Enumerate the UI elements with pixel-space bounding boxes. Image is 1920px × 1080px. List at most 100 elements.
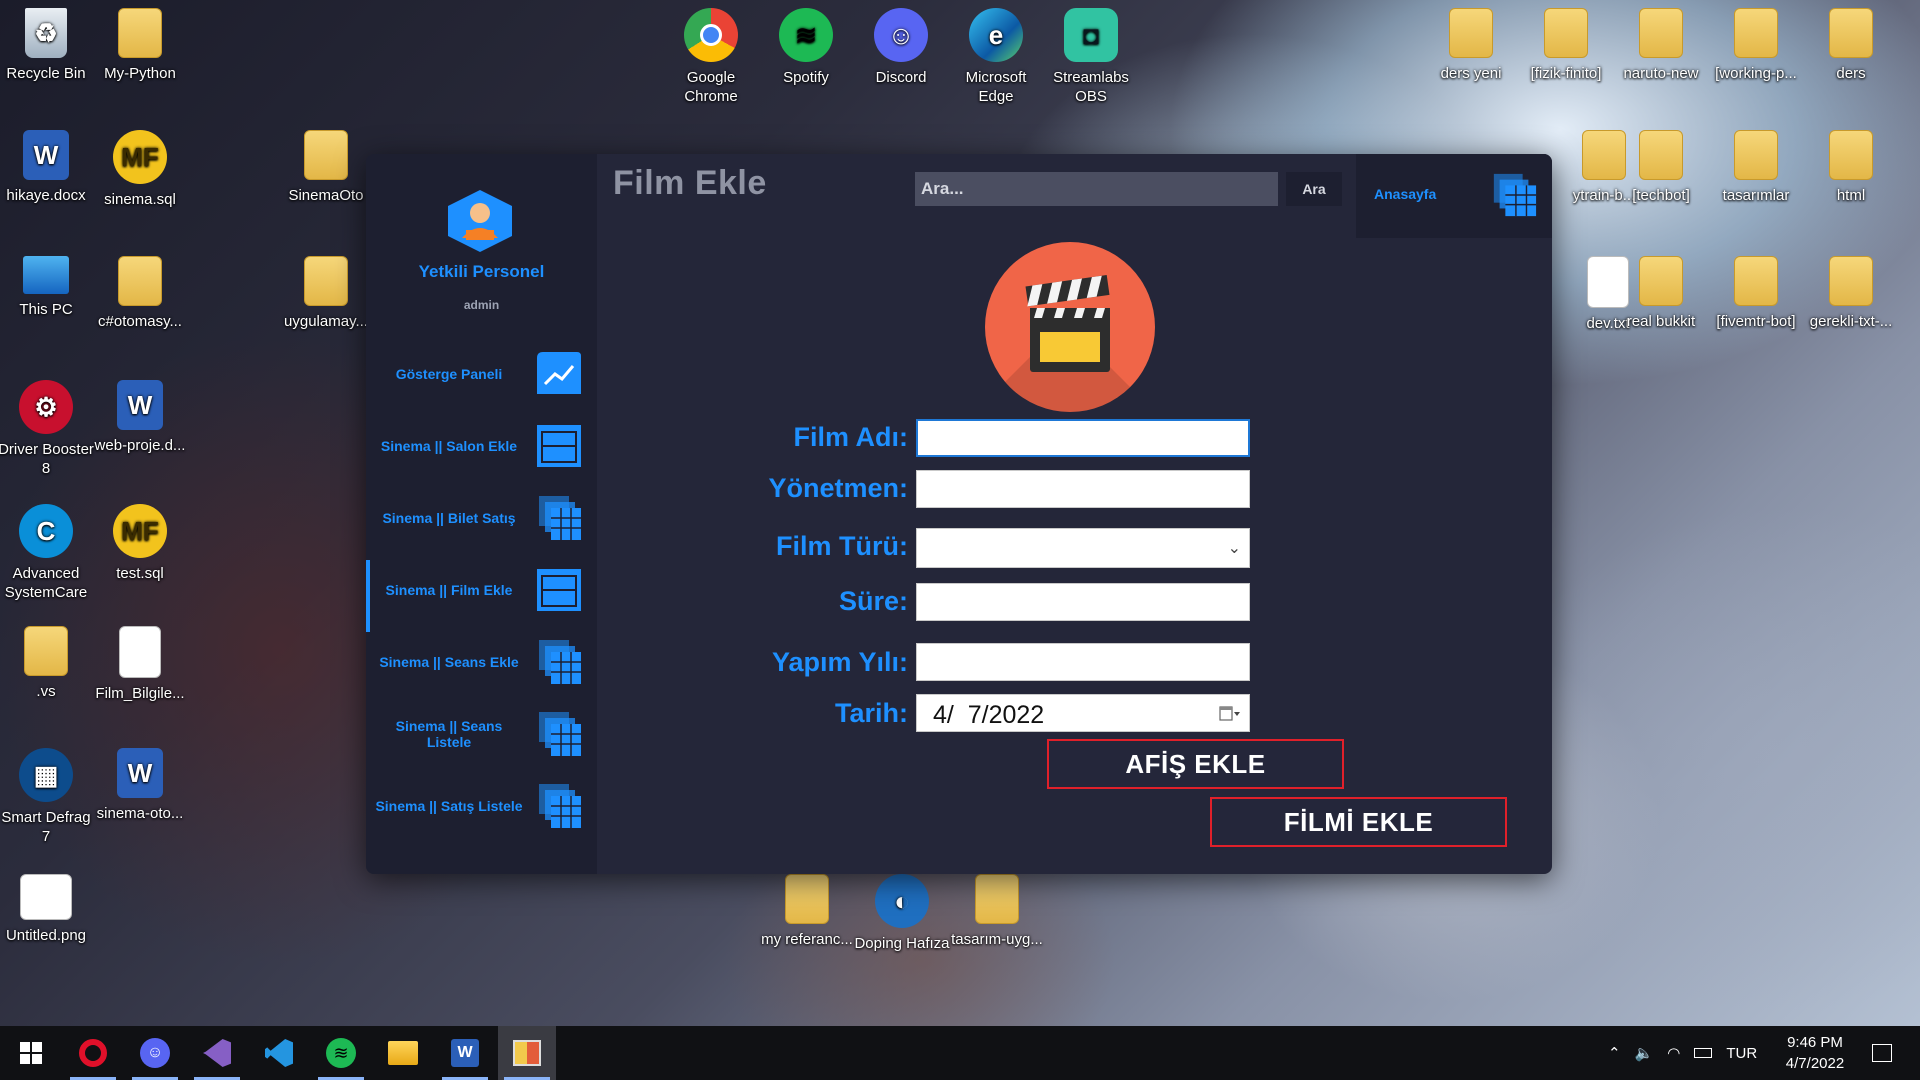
desktop-icon-doping-hafiza[interactable]: ◐ Doping Hafıza (854, 874, 950, 953)
taskbar-file-explorer[interactable] (374, 1026, 432, 1080)
sure-field[interactable] (916, 583, 1250, 621)
desktop-icon-my-python[interactable]: My-Python (92, 8, 188, 83)
file-explorer-icon (388, 1041, 418, 1065)
yonetmen-label: Yönetmen: (768, 473, 908, 503)
desktop-icon-naruto-new[interactable]: naruto-new (1613, 8, 1709, 83)
taskbar-spotify[interactable]: ≋ (312, 1026, 370, 1080)
sidebar: Yetkili Personel admin Gösterge Paneli S… (366, 154, 597, 874)
folder-icon (1734, 256, 1778, 306)
tarih-label: Tarih: (835, 698, 908, 728)
nav-item-bilet-satis[interactable]: Sinema || Bilet Satış (366, 488, 597, 548)
yonetmen-field[interactable] (916, 470, 1250, 508)
folder-icon (1734, 130, 1778, 180)
desktop-icon-gerekli-txt[interactable]: gerekli-txt-... (1803, 256, 1899, 331)
yapim-yili-label: Yapım Yılı: (771, 647, 908, 677)
clock[interactable]: 9:46 PM 4/7/2022 (1770, 1032, 1860, 1074)
desktop-icon-techbot[interactable]: [techbot] (1613, 130, 1709, 205)
desktop-icon-discord[interactable]: ☺ Discord (853, 8, 949, 87)
search-button[interactable]: Ara (1286, 172, 1342, 206)
advanced-systemcare-icon: C (19, 504, 73, 558)
film-adi-field[interactable] (916, 419, 1250, 457)
search-input[interactable] (915, 172, 1278, 206)
nav-item-label: Sinema || Satış Listele (375, 798, 523, 814)
desktop-icon-hikaye-docx[interactable]: W hikaye.docx (0, 130, 94, 205)
desktop-icon-fivemtr-bot[interactable]: [fivemtr-bot] (1708, 256, 1804, 331)
stack-icon (539, 640, 581, 684)
desktop-icon-real-bukkit[interactable]: real bukkit (1613, 256, 1709, 331)
doping-icon: ◐ (875, 874, 929, 928)
notification-button[interactable] (1862, 1026, 1902, 1080)
nav-item-gosterge-paneli[interactable]: Gösterge Paneli (366, 344, 597, 404)
desktop-icon-streamlabs-obs[interactable]: ◘ Streamlabs OBS (1043, 8, 1139, 106)
desktop-icon-test-sql[interactable]: MF test.sql (92, 504, 188, 583)
spotify-icon: ≋ (326, 1038, 356, 1068)
film-turu-select[interactable]: ⌄ (916, 528, 1250, 568)
desktop-icon-my-referans[interactable]: my referanc... (759, 874, 855, 949)
desktop-icon-sinema-sql[interactable]: MF sinema.sql (92, 130, 188, 209)
desktop-icon-advanced-systemcare[interactable]: C Advanced SystemCare (0, 504, 94, 602)
desktop-icon-smart-defrag[interactable]: ▦ Smart Defrag 7 (0, 748, 94, 846)
nav-item-seans-listele[interactable]: Sinema || Seans Listele (366, 704, 597, 764)
desktop-icon-ders-yeni[interactable]: ders yeni (1423, 8, 1519, 83)
notification-icon (1872, 1044, 1892, 1062)
desktop-icon-untitled-png[interactable]: Untitled.png (0, 874, 94, 945)
filmi-ekle-button[interactable]: FİLMİ EKLE (1210, 797, 1507, 847)
mysql-file-icon: MF (113, 130, 167, 184)
battery-icon[interactable] (1694, 1048, 1713, 1058)
taskbar-opera[interactable] (64, 1026, 122, 1080)
desktop-icon-this-pc[interactable]: This PC (0, 256, 94, 319)
taskbar-visual-studio[interactable] (188, 1026, 246, 1080)
image-file-icon (20, 874, 72, 920)
folder-icon (304, 256, 348, 306)
stack-icon (539, 496, 581, 540)
film-ekle-window: Yetkili Personel admin Gösterge Paneli S… (366, 154, 1552, 874)
spotify-icon: ≋ (779, 8, 833, 62)
word-icon: W (451, 1039, 479, 1067)
start-button[interactable] (2, 1026, 60, 1080)
opera-icon (79, 1039, 107, 1067)
desktop-icon-film-bilgileri[interactable]: Film_Bilgile... (92, 626, 188, 703)
afis-ekle-button[interactable]: AFİŞ EKLE (1047, 739, 1344, 789)
volume-icon[interactable]: 🔈 (1635, 1044, 1654, 1062)
desktop-icon-html[interactable]: html (1803, 130, 1899, 205)
desktop-icon-web-proje[interactable]: W web-proje.d... (92, 380, 188, 455)
clock-date: 4/7/2022 (1785, 1055, 1845, 1072)
desktop-icon-tasarim-uyg[interactable]: tasarım-uyg... (949, 874, 1045, 949)
desktop-icon-microsoft-edge[interactable]: e Microsoft Edge (948, 8, 1044, 106)
pc-icon (23, 256, 69, 294)
desktop-icon-recycle-bin[interactable]: ♻ Recycle Bin (0, 8, 94, 83)
taskbar-discord[interactable]: ☺ (126, 1026, 184, 1080)
taskbar-vscode[interactable] (250, 1026, 308, 1080)
taskbar-word[interactable]: W (436, 1026, 494, 1080)
nav-item-salon-ekle[interactable]: Sinema || Salon Ekle (366, 416, 597, 476)
desktop-icon-google-chrome[interactable]: Google Chrome (663, 8, 759, 106)
desktop-icon-spotify[interactable]: ≋ Spotify (758, 8, 854, 87)
desktop-icon-c-otomasyon[interactable]: c#otomasy... (92, 256, 188, 331)
tarih-date-picker[interactable]: 4/ 7/2022 (916, 694, 1250, 732)
chevron-up-icon[interactable]: ⌃ (1608, 1044, 1621, 1062)
desktop-icon-fizik-finito[interactable]: [fizik-finito] (1518, 8, 1614, 83)
word-doc-icon: W (117, 380, 163, 430)
text-file-icon (119, 626, 161, 678)
nav-item-satis-listele[interactable]: Sinema || Satış Listele (366, 776, 597, 836)
folder-icon (1544, 8, 1588, 58)
nav-item-seans-ekle[interactable]: Sinema || Seans Ekle (366, 632, 597, 692)
taskbar-winforms-app[interactable] (498, 1026, 556, 1080)
language-indicator[interactable]: TUR (1726, 1045, 1757, 1062)
desktop-icon-driver-booster[interactable]: ⚙ Driver Booster 8 (0, 380, 94, 478)
desktop-icon-working-p[interactable]: [working-p... (1708, 8, 1804, 83)
desktop-icon-sinemaoto[interactable]: SinemaOto (278, 130, 374, 205)
desktop-icon-uygulama[interactable]: uygulamay... (278, 256, 374, 331)
desktop-icon-ders[interactable]: ders (1803, 8, 1899, 83)
start-icon (20, 1042, 42, 1064)
wifi-icon[interactable]: ◠ (1667, 1044, 1680, 1062)
edge-icon: e (969, 8, 1023, 62)
desktop-icon-tasarimlar[interactable]: tasarımlar (1708, 130, 1804, 205)
film-turu-label: Film Türü: (776, 531, 908, 561)
desktop-icon-sinema-otomasyon-doc[interactable]: W sinema-oto... (92, 748, 188, 823)
word-doc-icon: W (23, 130, 69, 180)
home-button[interactable]: Anasayfa (1356, 154, 1552, 238)
nav-item-film-ekle[interactable]: Sinema || Film Ekle (366, 560, 597, 632)
yapim-yili-field[interactable] (916, 643, 1250, 681)
desktop-icon-vs-folder[interactable]: .vs (0, 626, 94, 701)
